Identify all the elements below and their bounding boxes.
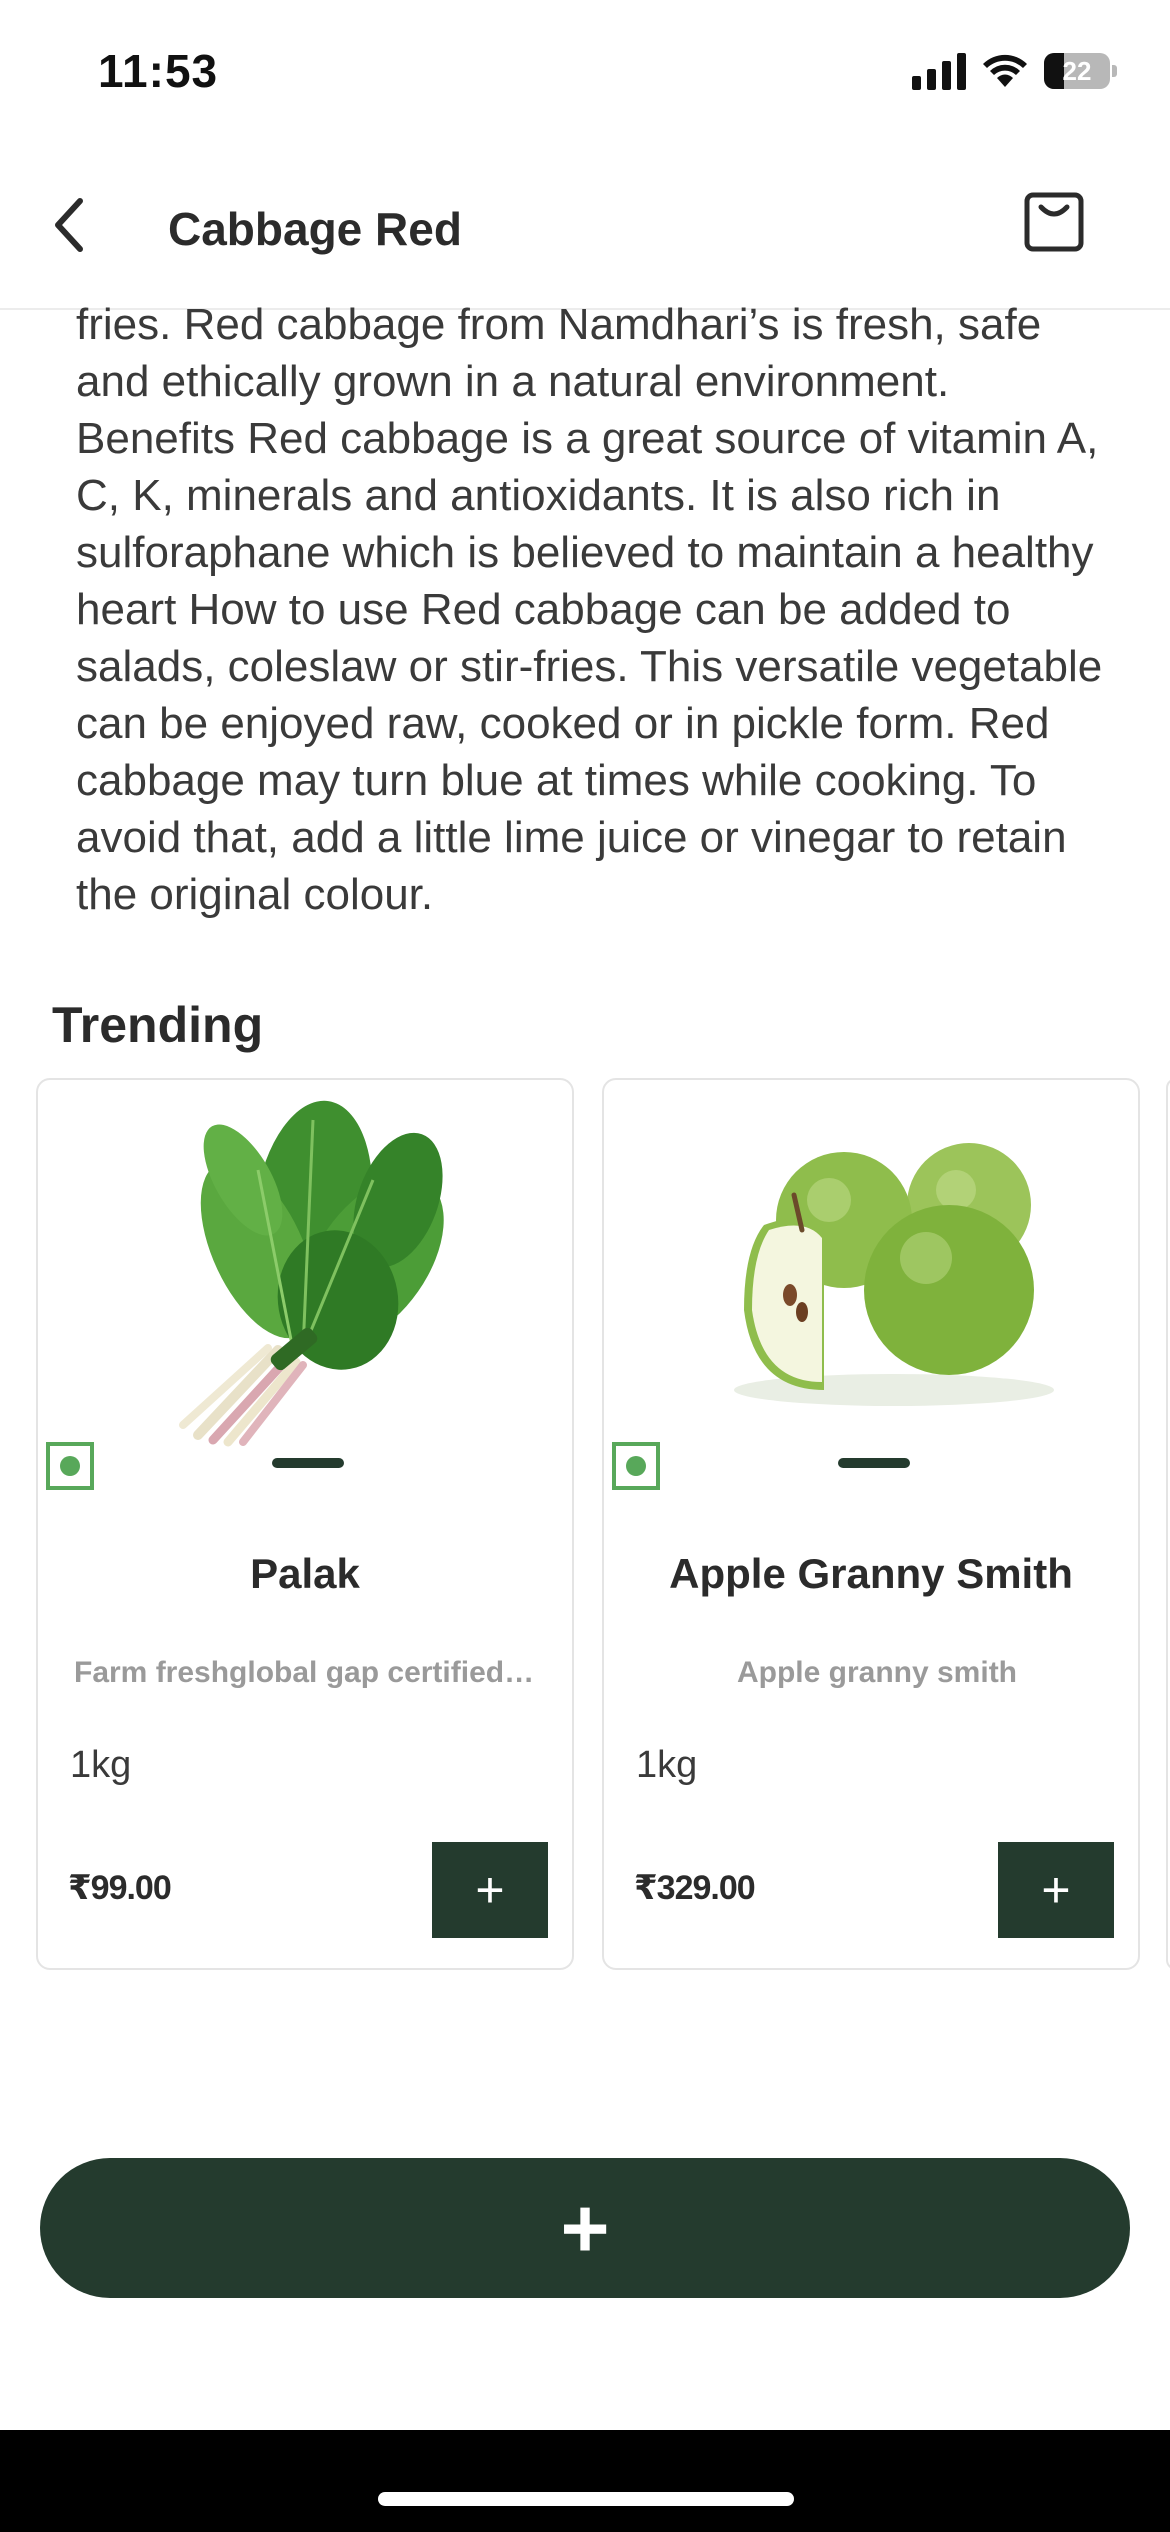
product-short-description: Farm freshglobal gap certifiedsup...	[74, 1656, 548, 1689]
product-short-description: Apple granny smith	[736, 1656, 1018, 1689]
spinach-image	[128, 1090, 498, 1460]
page-title: Cabbage Red	[168, 203, 462, 255]
product-detail-screen: 11:53 22 Cabbage Red fries. Red cabbage …	[0, 0, 1170, 2532]
green-apples-image	[694, 1090, 1064, 1460]
battery-level: 22	[1062, 55, 1092, 86]
veg-indicator-icon	[46, 1442, 94, 1490]
trending-title: Trending	[52, 997, 264, 1053]
wifi-icon	[982, 53, 1028, 89]
app-header: Cabbage Red	[0, 140, 1170, 310]
product-name: Palak	[250, 1550, 360, 1597]
chevron-left-icon	[55, 198, 83, 252]
product-quantity: 1kg	[636, 1744, 698, 1786]
veg-indicator-icon	[612, 1442, 660, 1490]
product-price: ₹99.00	[68, 1869, 172, 1907]
status-bar: 11:53 22	[0, 0, 1170, 140]
home-indicator-area	[0, 2430, 1170, 2532]
add-product-button[interactable]: +	[40, 2158, 1130, 2298]
add-to-cart-button[interactable]: +	[432, 1842, 548, 1938]
shopping-bag-icon	[1024, 192, 1084, 252]
product-description: fries. Red cabbage from Namdhari’s is fr…	[76, 300, 1103, 919]
product-name: Apple Granny Smith	[669, 1550, 1073, 1597]
battery-icon: 22	[1044, 53, 1117, 89]
signal-icon	[912, 52, 966, 90]
image-pager-indicator	[272, 1458, 344, 1468]
add-to-cart-button[interactable]: +	[998, 1842, 1114, 1938]
home-indicator[interactable]	[378, 2492, 794, 2506]
status-icons: 22	[912, 52, 1117, 90]
product-card-palak[interactable]: Palak Farm freshglobal gap certifiedsup.…	[36, 1078, 574, 1970]
product-card-partial[interactable]	[1166, 1078, 1170, 1970]
product-quantity: 1kg	[70, 1744, 132, 1786]
product-card-apple-granny-smith[interactable]: Apple Granny Smith Apple granny smith 1k…	[602, 1078, 1140, 1970]
status-time: 11:53	[98, 45, 219, 97]
image-pager-indicator	[838, 1458, 910, 1468]
back-button[interactable]	[40, 190, 100, 260]
product-price: ₹329.00	[634, 1869, 756, 1907]
cart-button[interactable]	[1016, 184, 1092, 260]
